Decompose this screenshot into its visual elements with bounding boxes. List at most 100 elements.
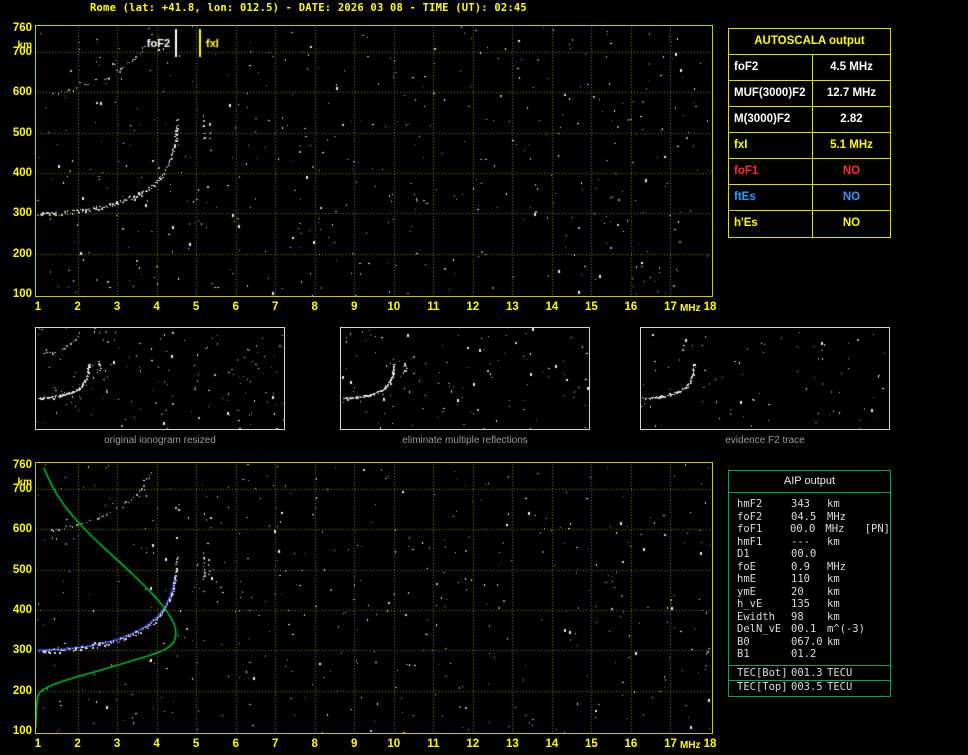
parameter-unit: MHz: [827, 510, 846, 523]
y-tick-label: 200: [12, 684, 32, 697]
x-tick-label: 2: [74, 301, 81, 313]
parameter-name: TEC[Bot]: [737, 666, 788, 679]
x-tick-label: 3: [113, 301, 121, 313]
y-tick-label: 760: [12, 459, 32, 471]
x-tick-label: 9: [351, 738, 358, 750]
parameter-label: fxI: [729, 133, 813, 158]
aip-table-rows: hmF2 343 km foF2 04.5 MHz foF1 00.0 MHz: [729, 493, 890, 661]
processing-step-thumbnail: original ionogram resized: [35, 327, 285, 446]
x-tick-label: 11: [427, 301, 440, 313]
parameter-label: foF2: [729, 55, 813, 80]
parameter-flag: [867, 548, 890, 561]
table-row: DelN_vE 00.1 m^(-3): [729, 623, 890, 636]
parameter-unit: [827, 648, 867, 661]
x-tick-label: 9: [351, 301, 358, 313]
table-row: foE 0.9 MHz: [729, 561, 890, 574]
thumbnail-ionogram-canvas: [640, 327, 890, 430]
x-tick-label: 1: [34, 301, 42, 313]
parameter-flag: [867, 598, 890, 611]
table-row: hmF2 343 km: [729, 498, 890, 511]
parameter-value: 135: [791, 598, 810, 610]
x-tick-label: 16: [624, 301, 638, 313]
aip-tec-rows: TEC[Bot] 001.3 TECU TEC[Top] 003.5 TECU: [729, 664, 890, 696]
parameter-flag: [PN]: [864, 523, 890, 535]
x-tick-label: 12: [466, 301, 480, 313]
parameter-label: h'Es: [729, 211, 813, 237]
x-tick-label: 6: [232, 738, 239, 750]
parameter-unit: km: [827, 535, 840, 548]
x-tick-label: 7: [271, 738, 279, 750]
processing-step-thumbnail: evidence F2 trace: [640, 327, 890, 446]
x-tick-label: 5: [192, 738, 200, 750]
y-tick-label: 100: [12, 288, 32, 300]
x-tick-label: 15: [585, 301, 598, 313]
y-tick-label: 300: [12, 207, 32, 220]
parameter-flag: [867, 623, 890, 636]
parameter-value: 110: [791, 573, 810, 585]
autoscala-output-table: AUTOSCALA output foF2 4.5 MHz MUF(3000)F…: [728, 28, 891, 238]
x-tick-label: 8: [311, 301, 318, 313]
table-row: MUF(3000)F2 12.7 MHz: [729, 81, 890, 107]
parameter-value: NO: [842, 191, 861, 203]
parameter-flag: [867, 561, 890, 574]
table-row: foF2 4.5 MHz: [729, 55, 890, 81]
x-tick-label: 13: [505, 301, 519, 313]
parameter-value: 4.5 MHz: [830, 61, 873, 73]
table-row: M(3000)F2 2.82: [729, 107, 890, 133]
thumbnail-caption: evidence F2 trace: [725, 435, 805, 446]
parameter-label: MUF(3000)F2: [729, 81, 813, 106]
parameter-name: B1: [737, 648, 750, 660]
y-tick-label: 400: [12, 167, 32, 180]
parameter-name: hmE: [737, 573, 756, 585]
autoscala-table-rows: foF2 4.5 MHz MUF(3000)F2 12.7 MHz M(3000…: [729, 55, 890, 237]
aip-table-title: AIP output: [729, 471, 890, 493]
y-tick-label: 500: [12, 126, 32, 139]
parameter-name: ymE: [737, 585, 756, 598]
parameter-name: h_vE: [737, 598, 763, 610]
table-row: h'Es NO: [729, 211, 890, 237]
autoscala-table-title: AUTOSCALA output: [729, 29, 890, 55]
y-tick-label: 600: [12, 523, 32, 536]
y-tick-label: 760: [12, 22, 32, 34]
x-tick-label: 13: [505, 738, 519, 750]
x-tick-label: 3: [113, 738, 121, 750]
thumbnail-ionogram-canvas: [340, 327, 590, 430]
x-tick-label: 12: [466, 738, 480, 750]
x-tick-label: 10: [387, 301, 401, 313]
table-row: ymE 20 km: [729, 586, 890, 599]
parameter-name: TEC[Top]: [737, 680, 788, 693]
parameter-unit: [827, 548, 867, 561]
table-row: hmF1 --- km: [729, 536, 890, 549]
parameter-unit: MHz: [827, 560, 846, 573]
y-tick-label: 100: [12, 725, 32, 737]
parameter-value: 12.7 MHz: [826, 87, 877, 99]
table-row: Ewidth 98 km: [729, 611, 890, 624]
x-tick-label: 2: [74, 738, 81, 750]
main-ionogram-canvas: [35, 25, 713, 297]
y-tick-label: 400: [12, 604, 32, 617]
parameter-flag: [867, 667, 890, 680]
parameter-unit: km: [827, 573, 840, 585]
x-tick-label: 14: [545, 301, 559, 313]
x-tick-label: 1: [34, 738, 42, 750]
parameter-value: 01.2: [791, 648, 817, 660]
parameter-value: 2.82: [840, 113, 863, 125]
x-tick-label: 11: [427, 738, 440, 750]
restored-ionogram-canvas: [35, 462, 713, 734]
parameter-name: hmF2: [737, 498, 763, 510]
parameter-flag: [867, 536, 890, 549]
x-tick-label: 7: [271, 301, 279, 313]
thumbnail-caption: original ionogram resized: [104, 435, 216, 446]
parameter-name: foF2: [737, 510, 763, 523]
y-tick-label: 300: [12, 644, 32, 657]
parameter-value: 343: [791, 498, 810, 510]
parameter-unit: m^(-3): [827, 623, 865, 635]
x-tick-label: 4: [153, 738, 160, 750]
parameter-value: 20: [791, 585, 804, 598]
x-axis-unit-label: MHz: [679, 740, 701, 751]
table-row: D1 00.0: [729, 548, 890, 561]
x-tick-label: 5: [192, 301, 200, 313]
y-axis-unit-label: km: [17, 40, 32, 51]
parameter-unit: TECU: [827, 680, 853, 693]
table-row: hmE 110 km: [729, 573, 890, 586]
